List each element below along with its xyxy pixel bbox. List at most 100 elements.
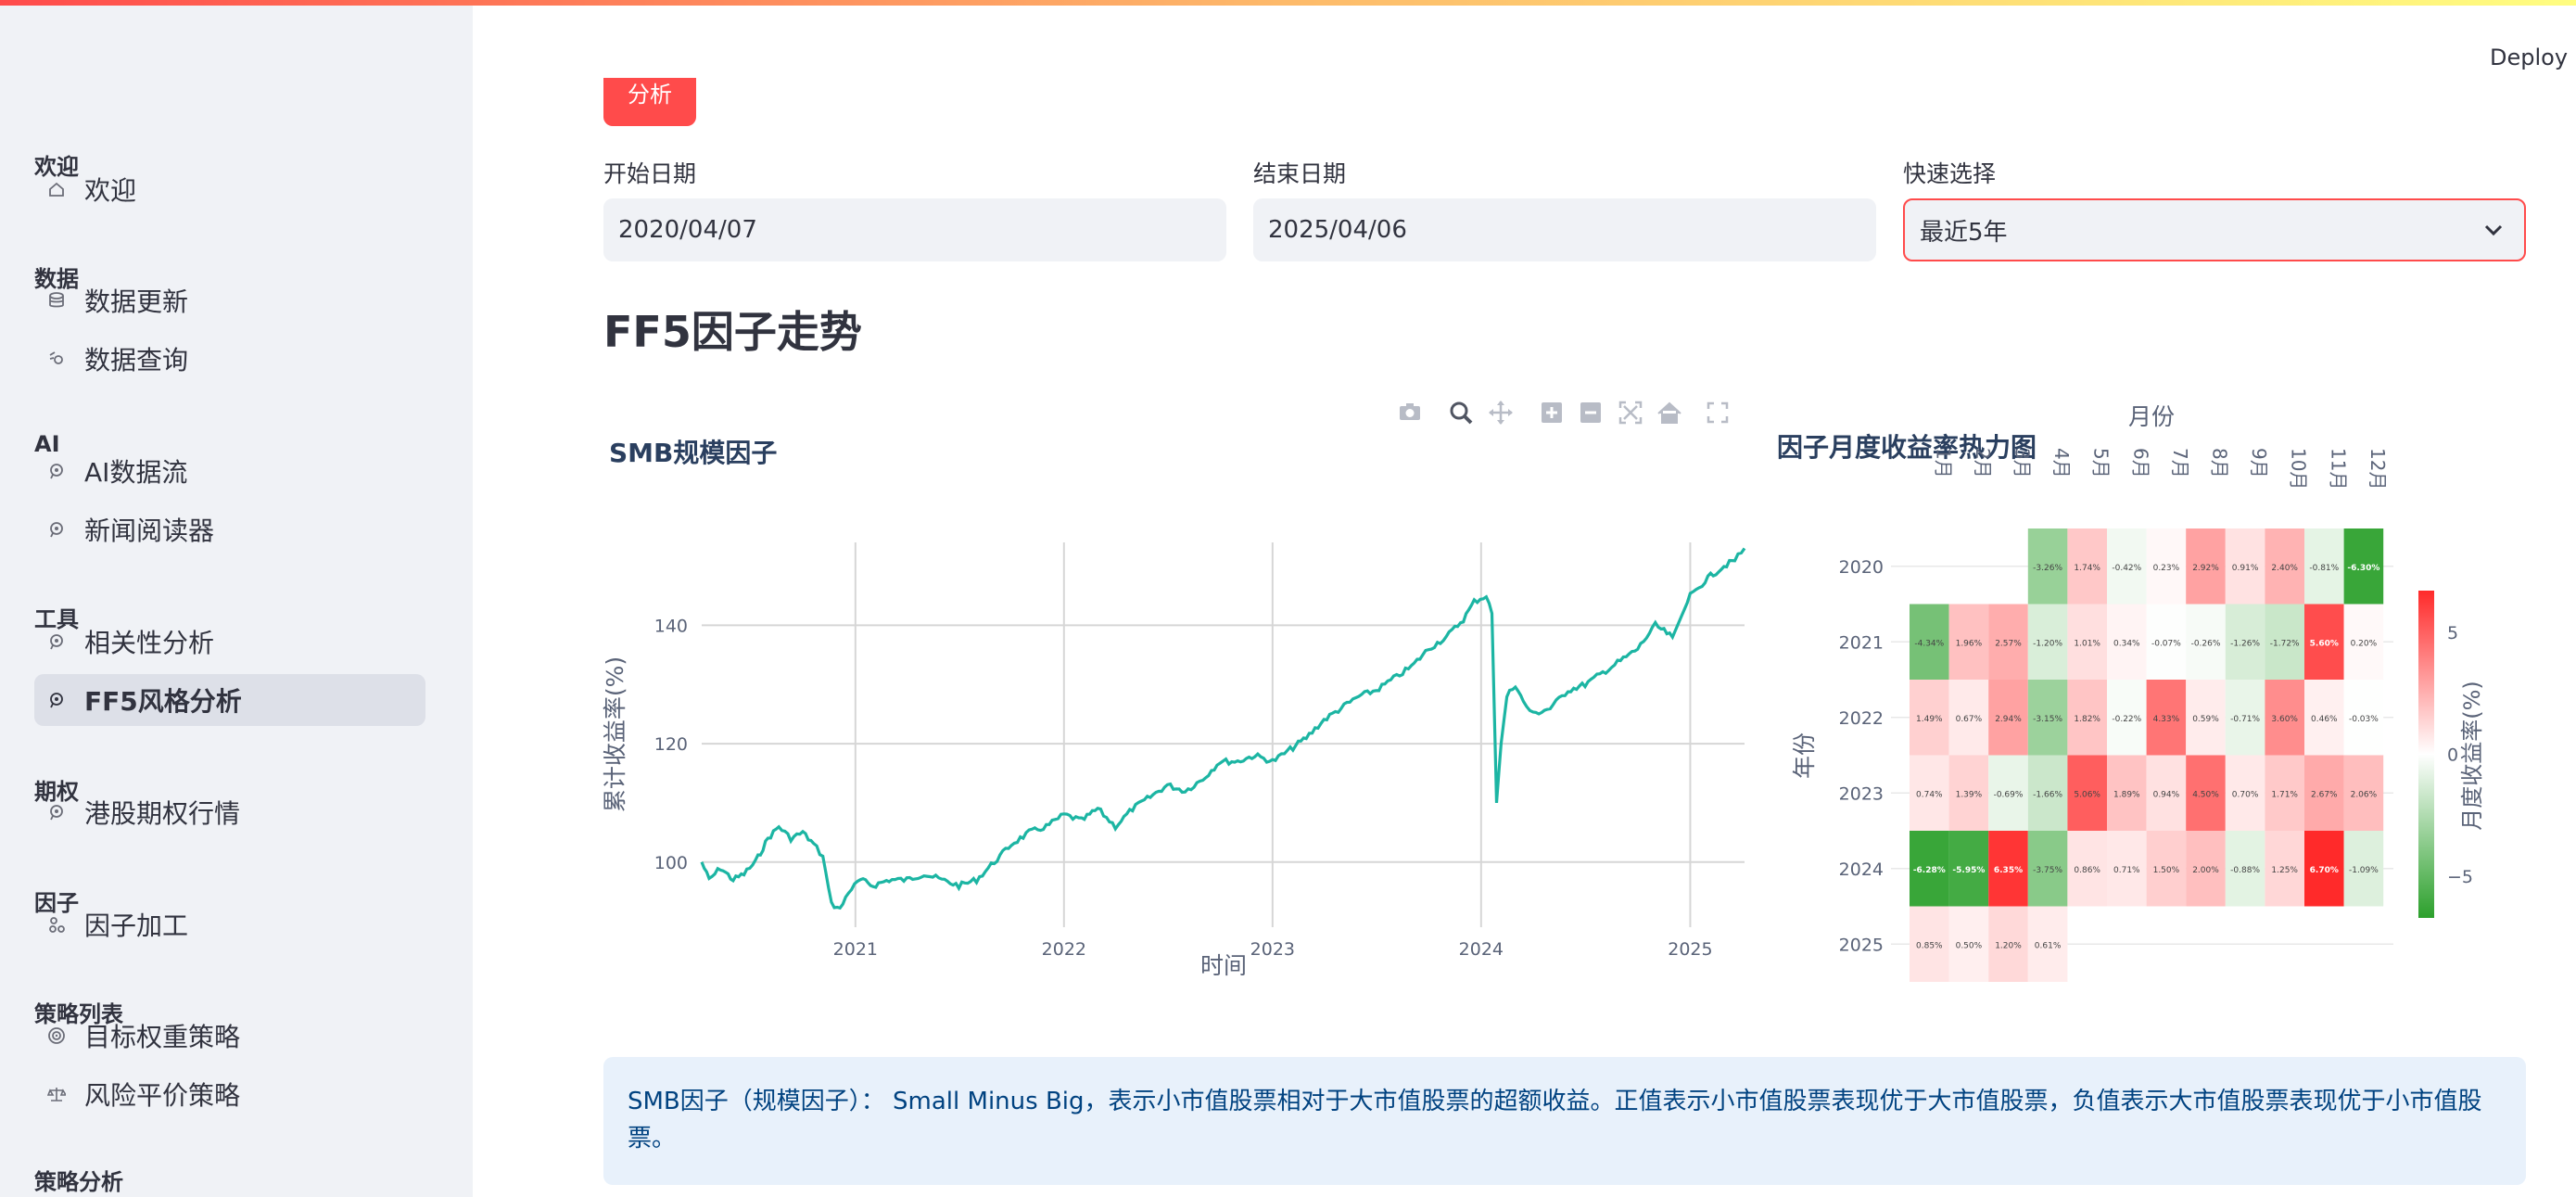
heatmap-cell [2265, 680, 2304, 756]
heatmap-cell [2146, 604, 2187, 680]
zoom-in-icon[interactable] [1542, 402, 1562, 423]
heatmap-cell [2067, 604, 2107, 680]
quick-select-value: 最近5年 [1920, 218, 2008, 247]
heatmap-cell [2186, 680, 2226, 756]
sidebar-item[interactable]: 欢迎 [34, 163, 425, 215]
heatmap-cell-label: 1.20% [1995, 941, 2022, 950]
heatmap-cell-label: -0.69% [1994, 790, 2024, 799]
heatmap-cell-label: 0.59% [2192, 715, 2219, 724]
heatmap-cell-label: 0.91% [2232, 564, 2259, 573]
heatmap-cell-label: 2.67% [2311, 790, 2338, 799]
query-icon [47, 350, 66, 368]
heatmap-cell [2225, 604, 2265, 680]
quick-select-dropdown[interactable]: 最近5年 [1903, 198, 2526, 261]
sidebar-item-label: 数据更新 [84, 287, 189, 317]
heatmap-cell-label: 2.06% [2351, 790, 2378, 799]
heatmap-cell-label: -3.26% [2033, 564, 2062, 573]
pin-icon [47, 691, 66, 709]
sidebar-item[interactable]: FF5风格分析 [34, 674, 425, 726]
colorbar-tick-label: −5 [2447, 867, 2473, 887]
heatmap-cell-label: 0.34% [2113, 639, 2140, 648]
deploy-button[interactable]: Deploy [2490, 45, 2568, 70]
section-title: FF5因子走势 [603, 307, 862, 357]
smb-series-line [700, 547, 1746, 910]
heatmap-cell-label: 1.01% [2074, 639, 2100, 648]
sidebar-item-label: 目标权重策略 [84, 1022, 241, 1052]
heatmap-x-axis-label: 月份 [2128, 403, 2175, 430]
factor-icon [47, 915, 66, 934]
heatmap-cell-label: 0.23% [2153, 564, 2180, 573]
camera-icon[interactable] [1400, 403, 1420, 420]
heatmap-cell-label: 3.60% [2271, 715, 2298, 724]
x-tick-label: 2021 [833, 939, 878, 960]
heatmap-cell-label: -1.66% [2033, 790, 2062, 799]
sidebar-section-title: 策略分析 [34, 1169, 123, 1195]
heatmap-cell-label: 0.86% [2074, 866, 2100, 875]
sidebar-item-label: 相关性分析 [84, 628, 215, 658]
analyze-button[interactable]: 分析 [603, 78, 696, 126]
sidebar-item[interactable]: 新闻阅读器 [34, 503, 425, 555]
autoscale-icon[interactable] [1618, 401, 1643, 425]
heatmap-cell [1910, 906, 1949, 982]
y-tick-label: 100 [654, 853, 688, 873]
heatmap-cell-label: -0.22% [2112, 715, 2141, 724]
colorbar-tick-label: 0 [2447, 745, 2458, 766]
heatmap-cell [2027, 528, 2068, 605]
heatmap-cell [2225, 755, 2265, 831]
sidebar-item[interactable]: 风险平价策略 [34, 1068, 425, 1120]
heatmap-cell-label: 1.25% [2271, 866, 2298, 875]
heatmap-month-label: 9月 [2248, 448, 2270, 478]
end-date-value: 2025/04/06 [1268, 216, 1407, 244]
heatmap-year-label: 2020 [1839, 557, 1884, 578]
heatmap-cell [1948, 604, 1989, 680]
heatmap-month-label: 1月 [1932, 448, 1954, 478]
sidebar-item[interactable]: 数据更新 [34, 274, 425, 326]
heatmap-cell [1948, 680, 1989, 756]
heatmap-cell-label: 1.50% [2153, 866, 2180, 875]
heatmap-cell [1910, 604, 1949, 680]
heatmap-cell [2225, 680, 2265, 756]
reset-axes-icon[interactable] [1657, 401, 1681, 424]
sidebar-item[interactable]: 港股期权行情 [34, 786, 425, 838]
heatmap-cell-label: 0.46% [2311, 715, 2338, 724]
heatmap-cell-label: 0.74% [1916, 790, 1943, 799]
heatmap-year-label: 2021 [1839, 632, 1884, 653]
heatmap-cell [1948, 906, 1989, 982]
sidebar-item[interactable]: 因子加工 [34, 898, 425, 950]
sidebar-item[interactable]: 目标权重策略 [34, 1010, 425, 1062]
heatmap-cell [2186, 528, 2226, 605]
heatmap-cell-label: 0.70% [2232, 790, 2259, 799]
zoom-out-icon[interactable] [1580, 402, 1601, 423]
heatmap-cell-label: 0.85% [1916, 941, 1943, 950]
target-icon [47, 1026, 66, 1045]
heatmap-cell [2146, 831, 2187, 907]
pan-icon[interactable] [1489, 401, 1513, 425]
sidebar-item-label: 新闻阅读器 [84, 516, 215, 546]
heatmap-cell-label: -0.07% [2151, 639, 2181, 648]
sidebar-item[interactable]: 相关性分析 [34, 616, 425, 668]
sidebar-item[interactable]: 数据查询 [34, 333, 425, 385]
factor-info-text: SMB因子（规模因子）： Small Minus Big，表示小市值股票相对于大… [628, 1088, 2482, 1152]
sidebar-item[interactable]: AI数据流 [34, 445, 425, 497]
heatmap-cell [2304, 831, 2344, 907]
pin-icon [47, 520, 66, 539]
heatmap-cell-label: 5.06% [2074, 790, 2100, 799]
heatmap-cell [2265, 528, 2304, 605]
heatmap-cell-label: -0.88% [2230, 866, 2260, 875]
end-date-label: 结束日期 [1253, 160, 1347, 187]
heatmap-cell-label: -0.71% [2230, 715, 2260, 724]
heatmap-cell [2225, 831, 2265, 907]
heatmap-cell-label: -3.75% [2033, 866, 2062, 875]
heatmap-cell-label: 1.96% [1956, 639, 1983, 648]
heatmap-cell [2107, 528, 2147, 605]
heatmap-cell-label: 0.94% [2153, 790, 2180, 799]
heatmap-cell-label: 0.20% [2351, 639, 2378, 648]
start-date-input[interactable]: 2020/04/07 [603, 198, 1226, 261]
colorbar-tick-label: 5 [2447, 623, 2458, 643]
home-icon [47, 180, 66, 198]
zoom-icon[interactable] [1450, 401, 1473, 425]
colorbar-label: 月度收益率(%) [2459, 681, 2485, 831]
fullscreen-icon[interactable] [1707, 401, 1729, 424]
end-date-input[interactable]: 2025/04/06 [1253, 198, 1876, 261]
heatmap-cell-label: 1.89% [2113, 790, 2140, 799]
